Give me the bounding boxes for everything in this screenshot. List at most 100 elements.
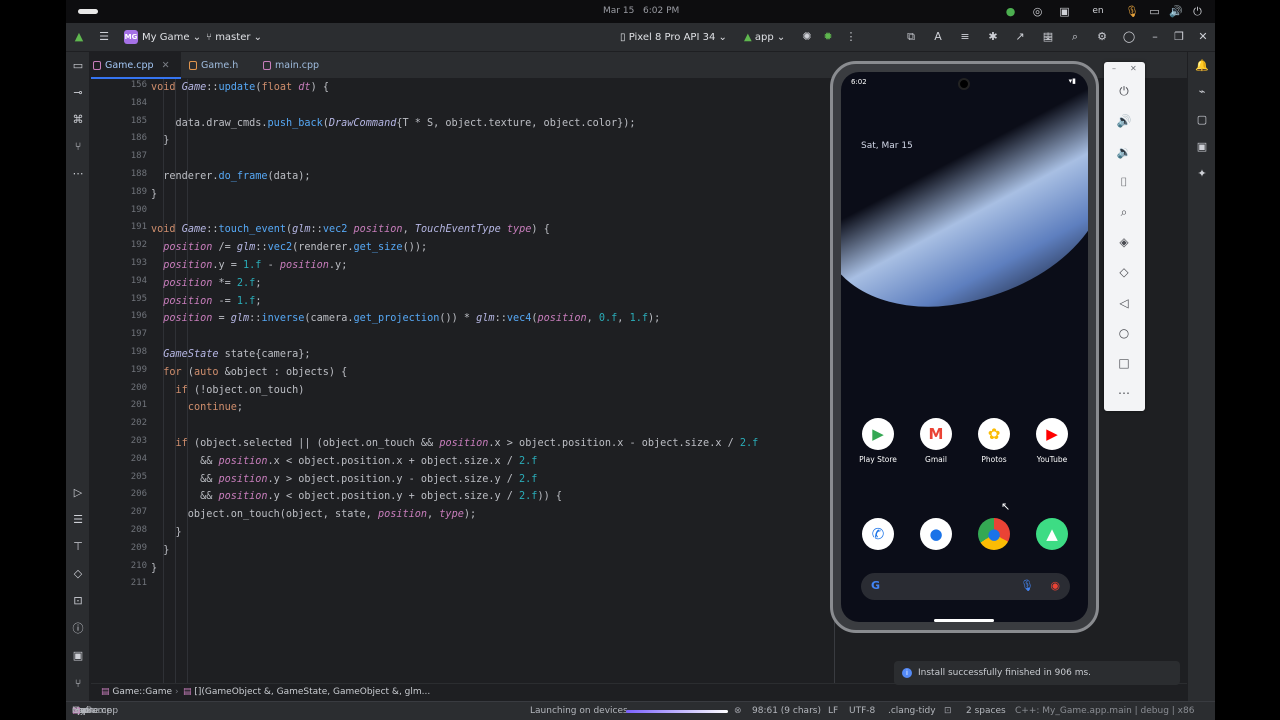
app-gmail[interactable]: M Gmail	[911, 418, 961, 464]
google-search-bar[interactable]: G 🎙 ◉	[861, 573, 1070, 600]
cancel-task-icon[interactable]: ⊗	[734, 702, 742, 720]
search-icon[interactable]: ⌕	[1068, 30, 1082, 44]
rotate-right-icon[interactable]: ◇	[1116, 264, 1132, 280]
app-photos[interactable]: ✿ Photos	[969, 418, 1019, 464]
install-notification[interactable]: i Install successfully finished in 906 m…	[894, 661, 1180, 685]
volume-up-icon[interactable]: 🔊	[1116, 113, 1132, 129]
device-file-icon[interactable]: ▢	[1194, 112, 1210, 128]
app-play-store[interactable]: ▶ Play Store	[853, 418, 903, 464]
account-icon[interactable]: ◯	[1122, 30, 1136, 44]
code-line[interactable]: object.on_touch(object, state, position,…	[151, 506, 476, 524]
app-messages[interactable]: ●	[911, 518, 961, 555]
gradle-icon[interactable]: ⌁	[1194, 84, 1210, 100]
file-encoding[interactable]: UTF-8	[849, 702, 875, 720]
volume-icon[interactable]: 🔊	[1169, 5, 1183, 18]
power-icon[interactable]: ⏻	[1191, 5, 1204, 18]
code-line[interactable]: if (object.selected || (object.on_touch …	[151, 435, 759, 453]
device-mirror-icon[interactable]: ▣	[1194, 139, 1210, 155]
code-line[interactable]: }	[151, 132, 169, 150]
volume-down-icon[interactable]: 🔉	[1116, 144, 1132, 160]
code-line[interactable]: }	[151, 542, 169, 560]
tab-game-h[interactable]: Game.h	[187, 52, 257, 79]
minimize-icon[interactable]: –	[1148, 30, 1162, 44]
app-inspection-icon[interactable]: ⊡	[70, 593, 86, 609]
code-line[interactable]: && position.y > object.position.y - obje…	[151, 471, 537, 489]
app-android[interactable]: ▲	[1027, 518, 1077, 555]
run-config-selector[interactable]: ▲ app ⌄	[744, 23, 785, 52]
more-tools-icon[interactable]: ⋯	[70, 166, 86, 182]
device-manager-icon[interactable]: ⧉	[904, 30, 918, 44]
code-line[interactable]: continue;	[151, 399, 243, 417]
lock-icon[interactable]: ⊡	[944, 702, 952, 720]
git-icon[interactable]: ⑂	[70, 676, 86, 692]
close-icon[interactable]: ✕	[1130, 64, 1137, 73]
lens-icon[interactable]: ◉	[1050, 579, 1060, 592]
code-line[interactable]: }	[151, 186, 157, 204]
run-icon[interactable]: ▷	[70, 485, 86, 501]
branch-selector[interactable]: ⑂ master ⌄	[206, 23, 262, 52]
folder-icon[interactable]: ▭	[70, 58, 86, 74]
phone-screen[interactable]: 6:02 ▾▮ Sat, Mar 15 ▶ Play Store M Gmail ✿…	[841, 72, 1088, 622]
rotate-left-icon[interactable]: ◈	[1116, 234, 1132, 250]
profiler-icon[interactable]: ↗	[1013, 30, 1027, 44]
problems-icon[interactable]: ⓘ	[70, 621, 86, 637]
code-line[interactable]: }	[151, 560, 157, 578]
main-menu-icon[interactable]: ☰	[97, 30, 111, 44]
activities-indicator[interactable]	[78, 9, 98, 14]
terminal-icon[interactable]: ▣	[70, 648, 86, 664]
camera-icon[interactable]: ⌷	[1116, 174, 1132, 190]
tab-game-cpp[interactable]: Game.cpp ✕	[91, 52, 181, 79]
shield-icon[interactable]: ●	[1004, 5, 1017, 18]
cpp-context[interactable]: C++: My_Game.app.main | debug | x86	[1015, 702, 1194, 720]
background-task[interactable]: Launching on devices	[530, 702, 628, 720]
code-line[interactable]: }	[151, 524, 182, 542]
microphone-icon[interactable]: 🎙	[1125, 5, 1139, 18]
code-line[interactable]: data.draw_cmds.push_back(DrawCommand{T *…	[151, 115, 636, 133]
apply-changes-icon[interactable]: ✺	[800, 30, 814, 44]
code-line[interactable]: renderer.do_frame(data);	[151, 168, 310, 186]
app-chrome[interactable]: ●	[969, 518, 1019, 555]
phone-date[interactable]: Sat, Mar 15	[861, 141, 913, 151]
window-icon[interactable]: ▣	[1058, 5, 1071, 18]
line-separator[interactable]: LF	[828, 702, 838, 720]
home-icon[interactable]: ○	[1116, 325, 1132, 341]
more-icon[interactable]: ⋮	[844, 30, 858, 44]
tab-main-cpp[interactable]: main.cpp	[261, 52, 341, 79]
app-phone[interactable]: ✆	[853, 518, 903, 555]
code-line[interactable]: position /= glm::vec2(renderer.get_size(…	[151, 239, 427, 257]
gesture-nav-bar[interactable]	[934, 619, 994, 622]
restore-icon[interactable]: ❐	[1172, 30, 1186, 44]
linter-config[interactable]: .clang-tidy	[888, 702, 936, 720]
commit-icon[interactable]: ⊸	[70, 85, 86, 101]
code-line[interactable]: GameState state{camera};	[151, 346, 310, 364]
gem-icon[interactable]: ◇	[70, 566, 86, 582]
sync-icon[interactable]: ◎	[1031, 5, 1044, 18]
project-selector[interactable]: MG My Game ⌄	[124, 23, 201, 52]
breadcrumb-item[interactable]: ▤ [](GameObject &, GameState, GameObject…	[183, 684, 430, 701]
pull-requests-icon[interactable]: ⑂	[70, 139, 86, 155]
minimize-icon[interactable]: –	[1112, 64, 1116, 73]
list-icon[interactable]: ☰	[70, 512, 86, 528]
zoom-icon[interactable]: ⌕	[1116, 204, 1132, 220]
code-line[interactable]: && position.y < object.position.y + obje…	[151, 488, 562, 506]
code-line[interactable]: position = glm::inverse(camera.get_proje…	[151, 310, 660, 328]
notifications-icon[interactable]: 🔔	[1194, 58, 1210, 74]
caret-position[interactable]: 98:61 (9 chars)	[752, 702, 821, 720]
code-line[interactable]: position *= 2.f;	[151, 275, 261, 293]
code-line[interactable]: position.y = 1.f - position.y;	[151, 257, 347, 275]
code-line[interactable]: void Game::update(float dt) {	[151, 79, 329, 97]
code-content[interactable]: void Game::update(float dt) { data.draw_…	[151, 79, 831, 683]
code-line[interactable]: void Game::touch_event(glm::vec2 positio…	[151, 221, 550, 239]
debug-icon[interactable]: ✹	[821, 30, 835, 44]
code-line[interactable]: for (auto &object : objects) {	[151, 364, 347, 382]
bug-icon[interactable]: ✱	[986, 30, 1000, 44]
microphone-icon[interactable]: 🎙	[1020, 579, 1034, 592]
build-icon[interactable]: ⊤	[70, 539, 86, 555]
code-line[interactable]: if (!object.on_touch)	[151, 382, 305, 400]
indent-setting[interactable]: 2 spaces	[966, 702, 1006, 720]
language-indicator[interactable]: en	[1090, 5, 1106, 18]
breadcrumb-item[interactable]: ▤ Game::Game	[101, 684, 172, 701]
gemini-icon[interactable]: ✦	[1194, 166, 1210, 182]
app-youtube[interactable]: ▶ YouTube	[1027, 418, 1077, 464]
close-icon[interactable]: ✕	[162, 60, 170, 71]
